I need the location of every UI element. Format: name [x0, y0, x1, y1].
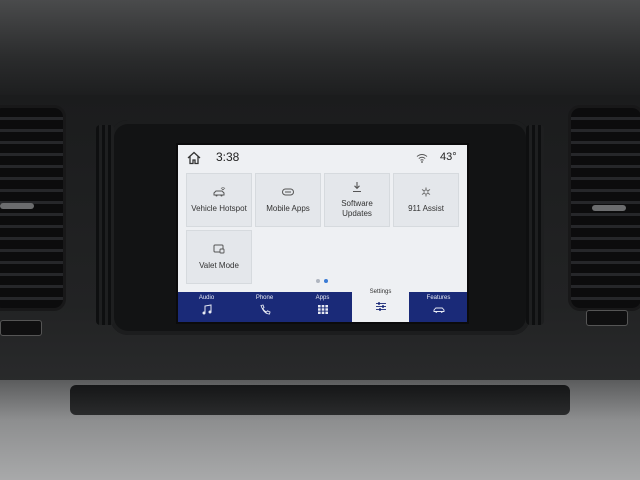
apps-grid-icon: [317, 305, 328, 314]
bottom-nav-bar: Audio Phone Apps Settings Features: [178, 286, 467, 322]
right-vent-tab[interactable]: [592, 205, 626, 211]
status-bar: 3:38 43°: [178, 145, 467, 171]
tile-vehicle-hotspot[interactable]: Vehicle Hotspot: [186, 173, 252, 227]
left-bezel-ridge: [96, 125, 114, 325]
tile-911-assist[interactable]: 911 Assist: [393, 173, 459, 227]
asterisk-icon: [421, 187, 431, 197]
tile-software-updates[interactable]: Software Updates: [324, 173, 390, 227]
nav-label: Phone: [255, 295, 274, 301]
download-icon: [353, 182, 361, 193]
tile-valet-mode[interactable]: Valet Mode: [186, 230, 252, 284]
left-vent-tab[interactable]: [0, 203, 34, 209]
clock: 3:38: [216, 150, 240, 164]
dashboard-top: [0, 0, 640, 95]
nav-apps[interactable]: Apps: [294, 292, 351, 322]
nav-label: Audio: [198, 295, 215, 301]
tile-label: Valet Mode: [199, 261, 239, 270]
wifi-icon: [416, 154, 428, 163]
tile-label: Software Updates: [341, 199, 373, 218]
phone-icon: [259, 304, 271, 315]
tile-label: Vehicle Hotspot: [191, 204, 247, 213]
car-features-icon: [433, 307, 444, 313]
nav-audio[interactable]: Audio: [178, 292, 235, 322]
outside-temperature: 43°: [440, 151, 457, 163]
page-dot-1[interactable]: [316, 279, 320, 283]
tile-label: Mobile Apps: [266, 204, 310, 213]
tile-mobile-apps[interactable]: Mobile Apps: [255, 173, 321, 227]
infotainment-screen: 3:38 43° Vehicle Hotspot Mobile Apps Sof…: [176, 143, 469, 324]
tile-label: 911 Assist: [408, 204, 444, 213]
nav-settings[interactable]: Settings: [352, 286, 409, 322]
right-bezel-ridge: [526, 125, 544, 325]
nav-label: Apps: [315, 295, 330, 301]
nav-label: Settings: [369, 289, 392, 295]
nav-phone[interactable]: Phone: [236, 292, 293, 322]
left-vent-thumbwheel[interactable]: [0, 320, 42, 336]
home-icon[interactable]: [187, 151, 201, 165]
mobile-apps-icon: [282, 188, 294, 196]
settings-grid: Vehicle Hotspot Mobile Apps Software Upd…: [186, 173, 459, 291]
settings-sliders-icon: [375, 302, 386, 311]
dashboard-shelf: [70, 385, 570, 415]
music-note-icon: [202, 304, 211, 315]
page-indicator: [312, 279, 332, 285]
nav-label: Features: [426, 295, 451, 301]
nav-features[interactable]: Features: [410, 292, 467, 322]
valet-icon: [213, 244, 225, 254]
page-dot-2[interactable]: [324, 279, 328, 283]
right-vent-thumbwheel[interactable]: [586, 310, 628, 326]
car-wifi-icon: [213, 187, 226, 197]
